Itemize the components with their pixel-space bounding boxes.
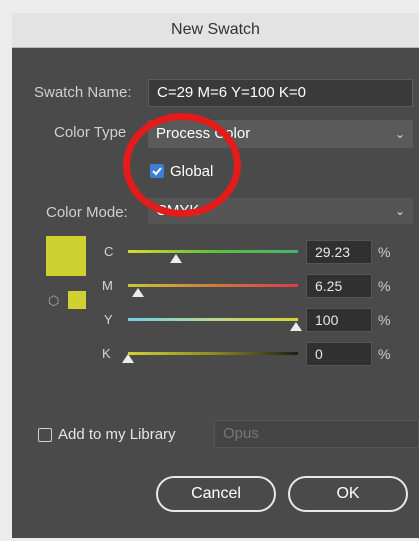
library-select: Opus [214, 420, 419, 448]
black-value-field[interactable]: 0 [306, 342, 372, 366]
cube-icon: ⬡ [48, 293, 60, 308]
cancel-button[interactable]: Cancel [156, 476, 276, 512]
swatch-name-input[interactable]: C=29 M=6 Y=100 K=0 [148, 79, 413, 107]
yellow-value: 100 [315, 312, 339, 328]
ok-button[interactable]: OK [288, 476, 408, 512]
black-slider-track[interactable] [128, 352, 298, 355]
magenta-value: 6.25 [315, 278, 343, 294]
cyan-label: C [104, 244, 114, 259]
dialog-title-bar: New Swatch [12, 13, 419, 48]
magenta-value-field[interactable]: 6.25 [306, 274, 372, 298]
color-type-select[interactable]: Process Color ⌄ [148, 120, 413, 148]
yellow-value-field[interactable]: 100 [306, 308, 372, 332]
chevron-down-icon: ⌄ [394, 204, 405, 218]
cyan-value: 29.23 [315, 244, 351, 260]
ok-label: OK [336, 485, 360, 502]
black-value: 0 [315, 346, 323, 362]
black-percent: % [378, 346, 391, 362]
yellow-slider-track[interactable] [128, 318, 298, 321]
color-type-label: Color Type [54, 124, 127, 141]
magenta-label: M [102, 278, 113, 293]
swatch-name-value: C=29 M=6 Y=100 K=0 [157, 84, 307, 101]
new-swatch-dialog: Swatch Name: C=29 M=6 Y=100 K=0 Color Ty… [12, 48, 419, 538]
swatch-preview [46, 236, 86, 276]
global-checkbox[interactable] [150, 164, 164, 178]
color-mode-label: Color Mode: [46, 204, 128, 221]
color-mode-value: CMYK [156, 202, 200, 219]
color-type-value: Process Color [156, 125, 251, 142]
chevron-down-icon: ⌄ [394, 127, 405, 141]
cyan-value-field[interactable]: 29.23 [306, 240, 372, 264]
cyan-slider-thumb[interactable] [170, 254, 182, 263]
cancel-label: Cancel [191, 485, 241, 502]
magenta-percent: % [378, 278, 391, 294]
out-of-gamut-swatch [68, 291, 86, 309]
magenta-slider-track[interactable] [128, 284, 298, 287]
add-to-library-label: Add to my Library [58, 426, 176, 443]
color-mode-select[interactable]: CMYK ⌄ [148, 198, 413, 224]
global-label: Global [170, 163, 214, 180]
add-to-library-checkbox[interactable] [38, 428, 52, 442]
yellow-slider-thumb[interactable] [290, 322, 302, 331]
cyan-percent: % [378, 244, 391, 260]
checkmark-icon [152, 167, 162, 176]
black-label: K [102, 346, 111, 361]
dialog-title: New Swatch [171, 21, 260, 38]
magenta-slider-thumb[interactable] [132, 288, 144, 297]
cyan-slider-track[interactable] [128, 250, 298, 253]
yellow-percent: % [378, 312, 391, 328]
black-slider-thumb[interactable] [122, 354, 134, 363]
library-select-value: Opus [223, 425, 259, 442]
swatch-name-label: Swatch Name: [34, 84, 132, 101]
yellow-label: Y [104, 312, 113, 327]
